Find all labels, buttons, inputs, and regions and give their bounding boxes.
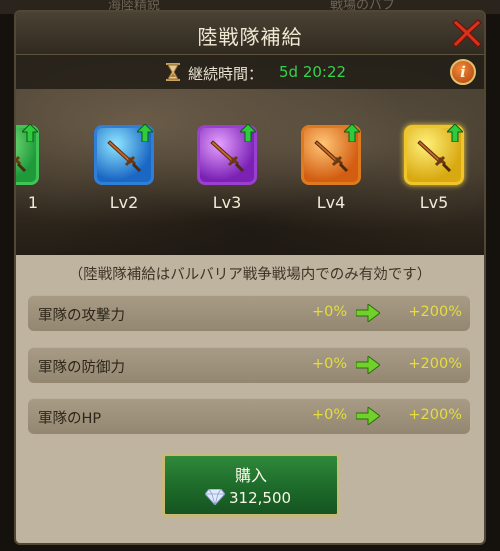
arrow-right-icon xyxy=(356,356,380,374)
stat-row-attack: 軍隊の攻撃力 +0% +200% xyxy=(28,295,470,331)
level-5-item[interactable]: Lv5 xyxy=(401,124,467,212)
battle-scene: 継続時間： 5d 20:22 i 1 Lv2 Lv3 Lv4 Lv5 xyxy=(16,55,484,255)
diamond-icon xyxy=(205,489,225,505)
level-5-label: Lv5 xyxy=(419,193,449,212)
level-4-label: Lv4 xyxy=(316,193,346,212)
level-1-item[interactable]: 1 xyxy=(16,124,42,212)
upgrade-arrow-icon xyxy=(447,124,463,142)
stat-current-value: +0% xyxy=(312,304,348,320)
level-5-icon xyxy=(404,124,464,185)
duration-label: 継続時間： xyxy=(188,65,264,83)
info-icon: i xyxy=(460,63,466,81)
stat-next-value: +200% xyxy=(408,304,462,320)
stat-label: 軍隊のHP xyxy=(38,411,102,427)
level-2-item[interactable]: Lv2 xyxy=(91,124,157,212)
level-4-item[interactable]: Lv4 xyxy=(298,124,364,212)
stat-current-value: +0% xyxy=(312,356,348,372)
stat-row-hp: 軍隊のHP +0% +200% xyxy=(28,398,470,434)
buy-price: 312,500 xyxy=(229,489,292,507)
level-1-icon xyxy=(16,124,39,185)
stat-row-defense: 軍隊の防御力 +0% +200% xyxy=(28,347,470,383)
stat-label: 軍隊の攻撃力 xyxy=(38,308,125,324)
level-3-label: Lv3 xyxy=(212,193,242,212)
duration-value: 5d 20:22 xyxy=(279,63,347,81)
level-4-icon xyxy=(301,124,361,185)
buy-label: 購入 xyxy=(234,466,267,485)
title-bar: 陸戦隊補給 xyxy=(16,12,484,55)
info-button[interactable]: i xyxy=(450,59,476,85)
level-3-item[interactable]: Lv3 xyxy=(194,124,260,212)
stat-next-value: +200% xyxy=(408,407,462,423)
buy-button[interactable]: 購入 312,500 xyxy=(162,453,340,517)
level-2-label: Lv2 xyxy=(109,193,139,212)
stat-current-value: +0% xyxy=(312,407,348,423)
stat-label: 軍隊の防御力 xyxy=(38,360,125,376)
level-3-icon xyxy=(197,124,257,185)
stat-next-value: +200% xyxy=(408,356,462,372)
availability-note: （陸戦隊補給はバルバリア戦争戦場内でのみ有効です） xyxy=(68,267,432,283)
details-section: （陸戦隊補給はバルバリア戦争戦場内でのみ有効です） 軍隊の攻撃力 +0% +20… xyxy=(16,255,484,543)
upgrade-arrow-icon xyxy=(344,124,360,142)
duration-bar: 継続時間： 5d 20:22 i xyxy=(16,55,484,89)
level-1-label: 1 xyxy=(27,193,38,212)
upgrade-arrow-icon xyxy=(137,124,153,142)
hourglass-icon xyxy=(166,63,180,81)
supply-dialog: 陸戦隊補給 継続時間： 5d 20:22 i 1 Lv2 Lv3 Lv4 Lv5… xyxy=(14,10,486,545)
level-2-icon xyxy=(94,124,154,185)
close-button[interactable] xyxy=(450,16,484,50)
upgrade-arrow-icon xyxy=(22,124,38,142)
dialog-title: 陸戦隊補給 xyxy=(197,25,303,49)
arrow-right-icon xyxy=(356,407,380,425)
arrow-right-icon xyxy=(356,304,380,322)
upgrade-arrow-icon xyxy=(240,124,256,142)
close-icon xyxy=(452,19,482,48)
